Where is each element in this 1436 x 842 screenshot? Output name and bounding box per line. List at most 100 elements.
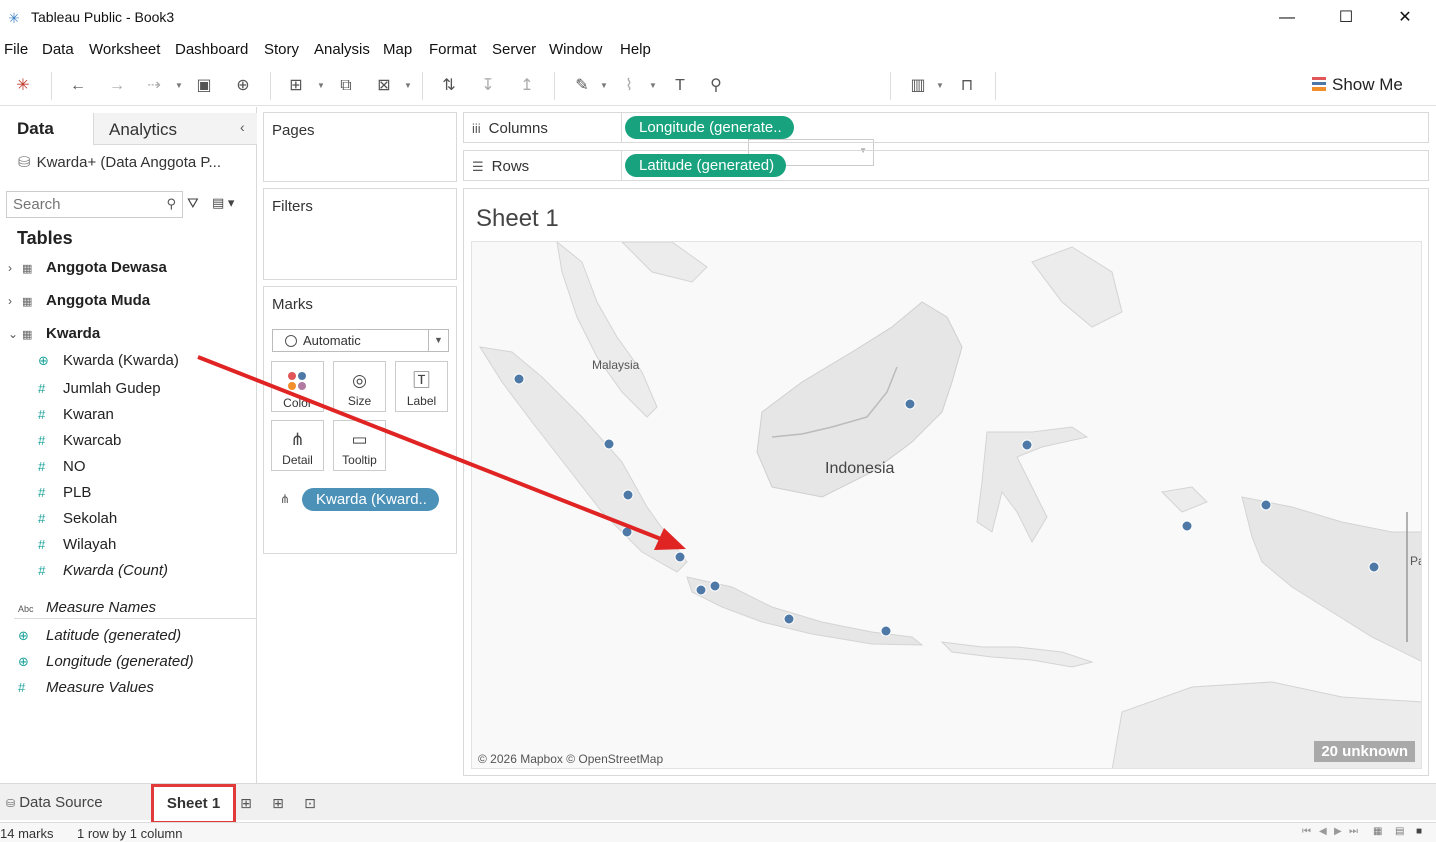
undo-icon[interactable]: ← (66, 74, 90, 98)
show-me-button[interactable]: Show Me (1312, 75, 1403, 95)
menu-data[interactable]: Data (42, 41, 74, 58)
map-attribution[interactable]: © 2026 Mapbox © OpenStreetMap (478, 752, 663, 766)
columns-shelf[interactable]: iii Columns Longitude (generate.. (463, 112, 1429, 143)
field-jumlah-gudep[interactable]: # Jumlah Gudep (38, 380, 161, 397)
prev-sheet-icon[interactable]: ◀ (1319, 826, 1327, 837)
map[interactable]: Malaysia Indonesia Pa © 2026 Mapbox © Op… (471, 241, 1422, 769)
map-mark-2[interactable] (603, 438, 615, 450)
save-icon[interactable]: ▣ (192, 74, 216, 98)
datasource-item[interactable]: ⛁ Kwarda+ (Data Anggota P... (18, 153, 221, 171)
map-mark-14[interactable] (1368, 561, 1380, 573)
map-mark-12[interactable] (1181, 520, 1193, 532)
field-longitude-generated[interactable]: ⊕ Longitude (generated) (18, 653, 194, 670)
map-mark-10[interactable] (904, 398, 916, 410)
map-mark-13[interactable] (1260, 499, 1272, 511)
label-button[interactable]: 🅃 Label (395, 361, 448, 412)
tabs-view-icon[interactable]: ■ (1416, 826, 1422, 837)
close-button[interactable]: ✕ (1376, 0, 1434, 36)
map-mark-8[interactable] (783, 613, 795, 625)
field-measure-values[interactable]: # Measure Values (18, 679, 154, 696)
replay-dropdown-icon[interactable]: ▼ (175, 74, 183, 98)
group-members-icon[interactable]: ⌇ (617, 74, 641, 98)
sort-ascending-icon[interactable]: ↧ (476, 74, 500, 98)
view-options-icon[interactable]: ▤ ▾ (212, 195, 234, 211)
next-sheet-icon[interactable]: ▶ (1334, 826, 1342, 837)
show-cards-dropdown-icon[interactable]: ▼ (936, 74, 944, 98)
menu-format[interactable]: Format (429, 41, 477, 58)
map-mark-3[interactable] (622, 489, 634, 501)
color-button[interactable]: Color (271, 361, 324, 412)
menu-file[interactable]: File (4, 41, 28, 58)
pages-card[interactable]: Pages (263, 112, 457, 182)
map-mark-9[interactable] (880, 625, 892, 637)
table-anggota-dewasa[interactable]: › ▦ Anggota Dewasa (8, 259, 167, 276)
group-dropdown-icon[interactable]: ▼ (649, 74, 657, 98)
field-plb[interactable]: # PLB (38, 484, 91, 501)
new-worksheet-icon[interactable]: ⊞ (284, 74, 308, 98)
replay-icon[interactable]: ⇢ (142, 74, 166, 98)
presentation-mode-icon[interactable]: ⊓ (955, 74, 979, 98)
minimize-button[interactable]: — (1258, 0, 1316, 36)
filter-icon[interactable]: ⛛ (187, 195, 199, 212)
new-story-tab-icon[interactable]: ⊡ (299, 792, 321, 814)
menu-worksheet[interactable]: Worksheet (89, 41, 160, 58)
mark-type-dropdown[interactable]: Automatic ▼ (272, 329, 449, 352)
detail-button[interactable]: ⋔ Detail (271, 420, 324, 471)
menu-help[interactable]: Help (620, 41, 651, 58)
chevron-right-icon[interactable]: › (8, 294, 22, 308)
clear-sheet-dropdown-icon[interactable]: ▼ (404, 74, 412, 98)
table-kwarda[interactable]: ⌄ ▦ Kwarda (8, 325, 100, 342)
field-no[interactable]: # NO (38, 458, 86, 475)
chevron-right-icon[interactable]: › (8, 261, 22, 275)
last-sheet-icon[interactable]: ⏭ (1349, 826, 1358, 837)
map-mark-11[interactable] (1021, 439, 1033, 451)
latitude-pill[interactable]: Latitude (generated) (625, 154, 787, 177)
duplicate-sheet-icon[interactable]: ⧉ (334, 74, 358, 98)
menu-map[interactable]: Map (383, 41, 412, 58)
map-mark-5[interactable] (674, 551, 686, 563)
table-anggota-muda[interactable]: › ▦ Anggota Muda (8, 292, 150, 309)
field-wilayah[interactable]: # Wilayah (38, 536, 116, 553)
sheet-sorter-icon[interactable]: ▦ (1373, 826, 1382, 837)
size-button[interactable]: ◎ Size (333, 361, 386, 412)
redo-icon[interactable]: → (105, 74, 129, 98)
new-dashboard-tab-icon[interactable]: ⊞ (267, 792, 289, 814)
show-labels-icon[interactable]: T (668, 74, 692, 98)
menu-window[interactable]: Window (549, 41, 602, 58)
unknown-indicator[interactable]: 20 unknown (1314, 741, 1415, 762)
map-mark-1[interactable] (513, 373, 525, 385)
tab-sheet-1[interactable]: Sheet 1 (151, 784, 236, 824)
search-input[interactable] (7, 192, 157, 217)
tooltip-button[interactable]: ▭ Tooltip (333, 420, 386, 471)
map-mark-7[interactable] (709, 580, 721, 592)
clear-sheet-icon[interactable]: ⊠ (372, 74, 396, 98)
filters-card[interactable]: Filters (263, 188, 457, 280)
new-worksheet-dropdown-icon[interactable]: ▼ (317, 74, 325, 98)
new-worksheet-tab-icon[interactable]: ⊞ (235, 792, 257, 814)
field-kwarcab[interactable]: # Kwarcab (38, 432, 121, 449)
search-box[interactable]: ⚲ (6, 191, 183, 218)
new-datasource-icon[interactable]: ⊕ (231, 74, 255, 98)
show-cards-icon[interactable]: ▥ (906, 74, 930, 98)
rows-shelf[interactable]: ☰ Rows Latitude (generated) (463, 150, 1429, 181)
field-latitude-generated[interactable]: ⊕ Latitude (generated) (18, 627, 181, 644)
menu-dashboard[interactable]: Dashboard (175, 41, 248, 58)
menu-server[interactable]: Server (492, 41, 536, 58)
collapse-pane-icon[interactable]: ‹ (240, 119, 245, 135)
kwarda-detail-pill[interactable]: Kwarda (Kward.. (302, 488, 439, 511)
longitude-pill[interactable]: Longitude (generate.. (625, 116, 794, 139)
highlight-icon[interactable]: ✎ (570, 74, 594, 98)
chevron-down-icon[interactable]: ⌄ (8, 327, 22, 341)
sort-descending-icon[interactable]: ↥ (515, 74, 539, 98)
field-kwarda-count[interactable]: # Kwarda (Count) (38, 562, 168, 579)
map-mark-6[interactable] (695, 584, 707, 596)
menu-story[interactable]: Story (264, 41, 299, 58)
tab-analytics[interactable]: Analytics (93, 113, 257, 145)
maximize-button[interactable]: ☐ (1317, 0, 1375, 36)
field-kwarda-kwarda[interactable]: ⊕ Kwarda (Kwarda) (38, 352, 179, 369)
menu-analysis[interactable]: Analysis (314, 41, 370, 58)
tableau-start-icon[interactable]: ✳ (11, 74, 35, 98)
tab-data[interactable]: Data (0, 113, 93, 145)
filmstrip-icon[interactable]: ▤ (1395, 826, 1404, 837)
field-measure-names[interactable]: Abc Measure Names (18, 599, 156, 616)
